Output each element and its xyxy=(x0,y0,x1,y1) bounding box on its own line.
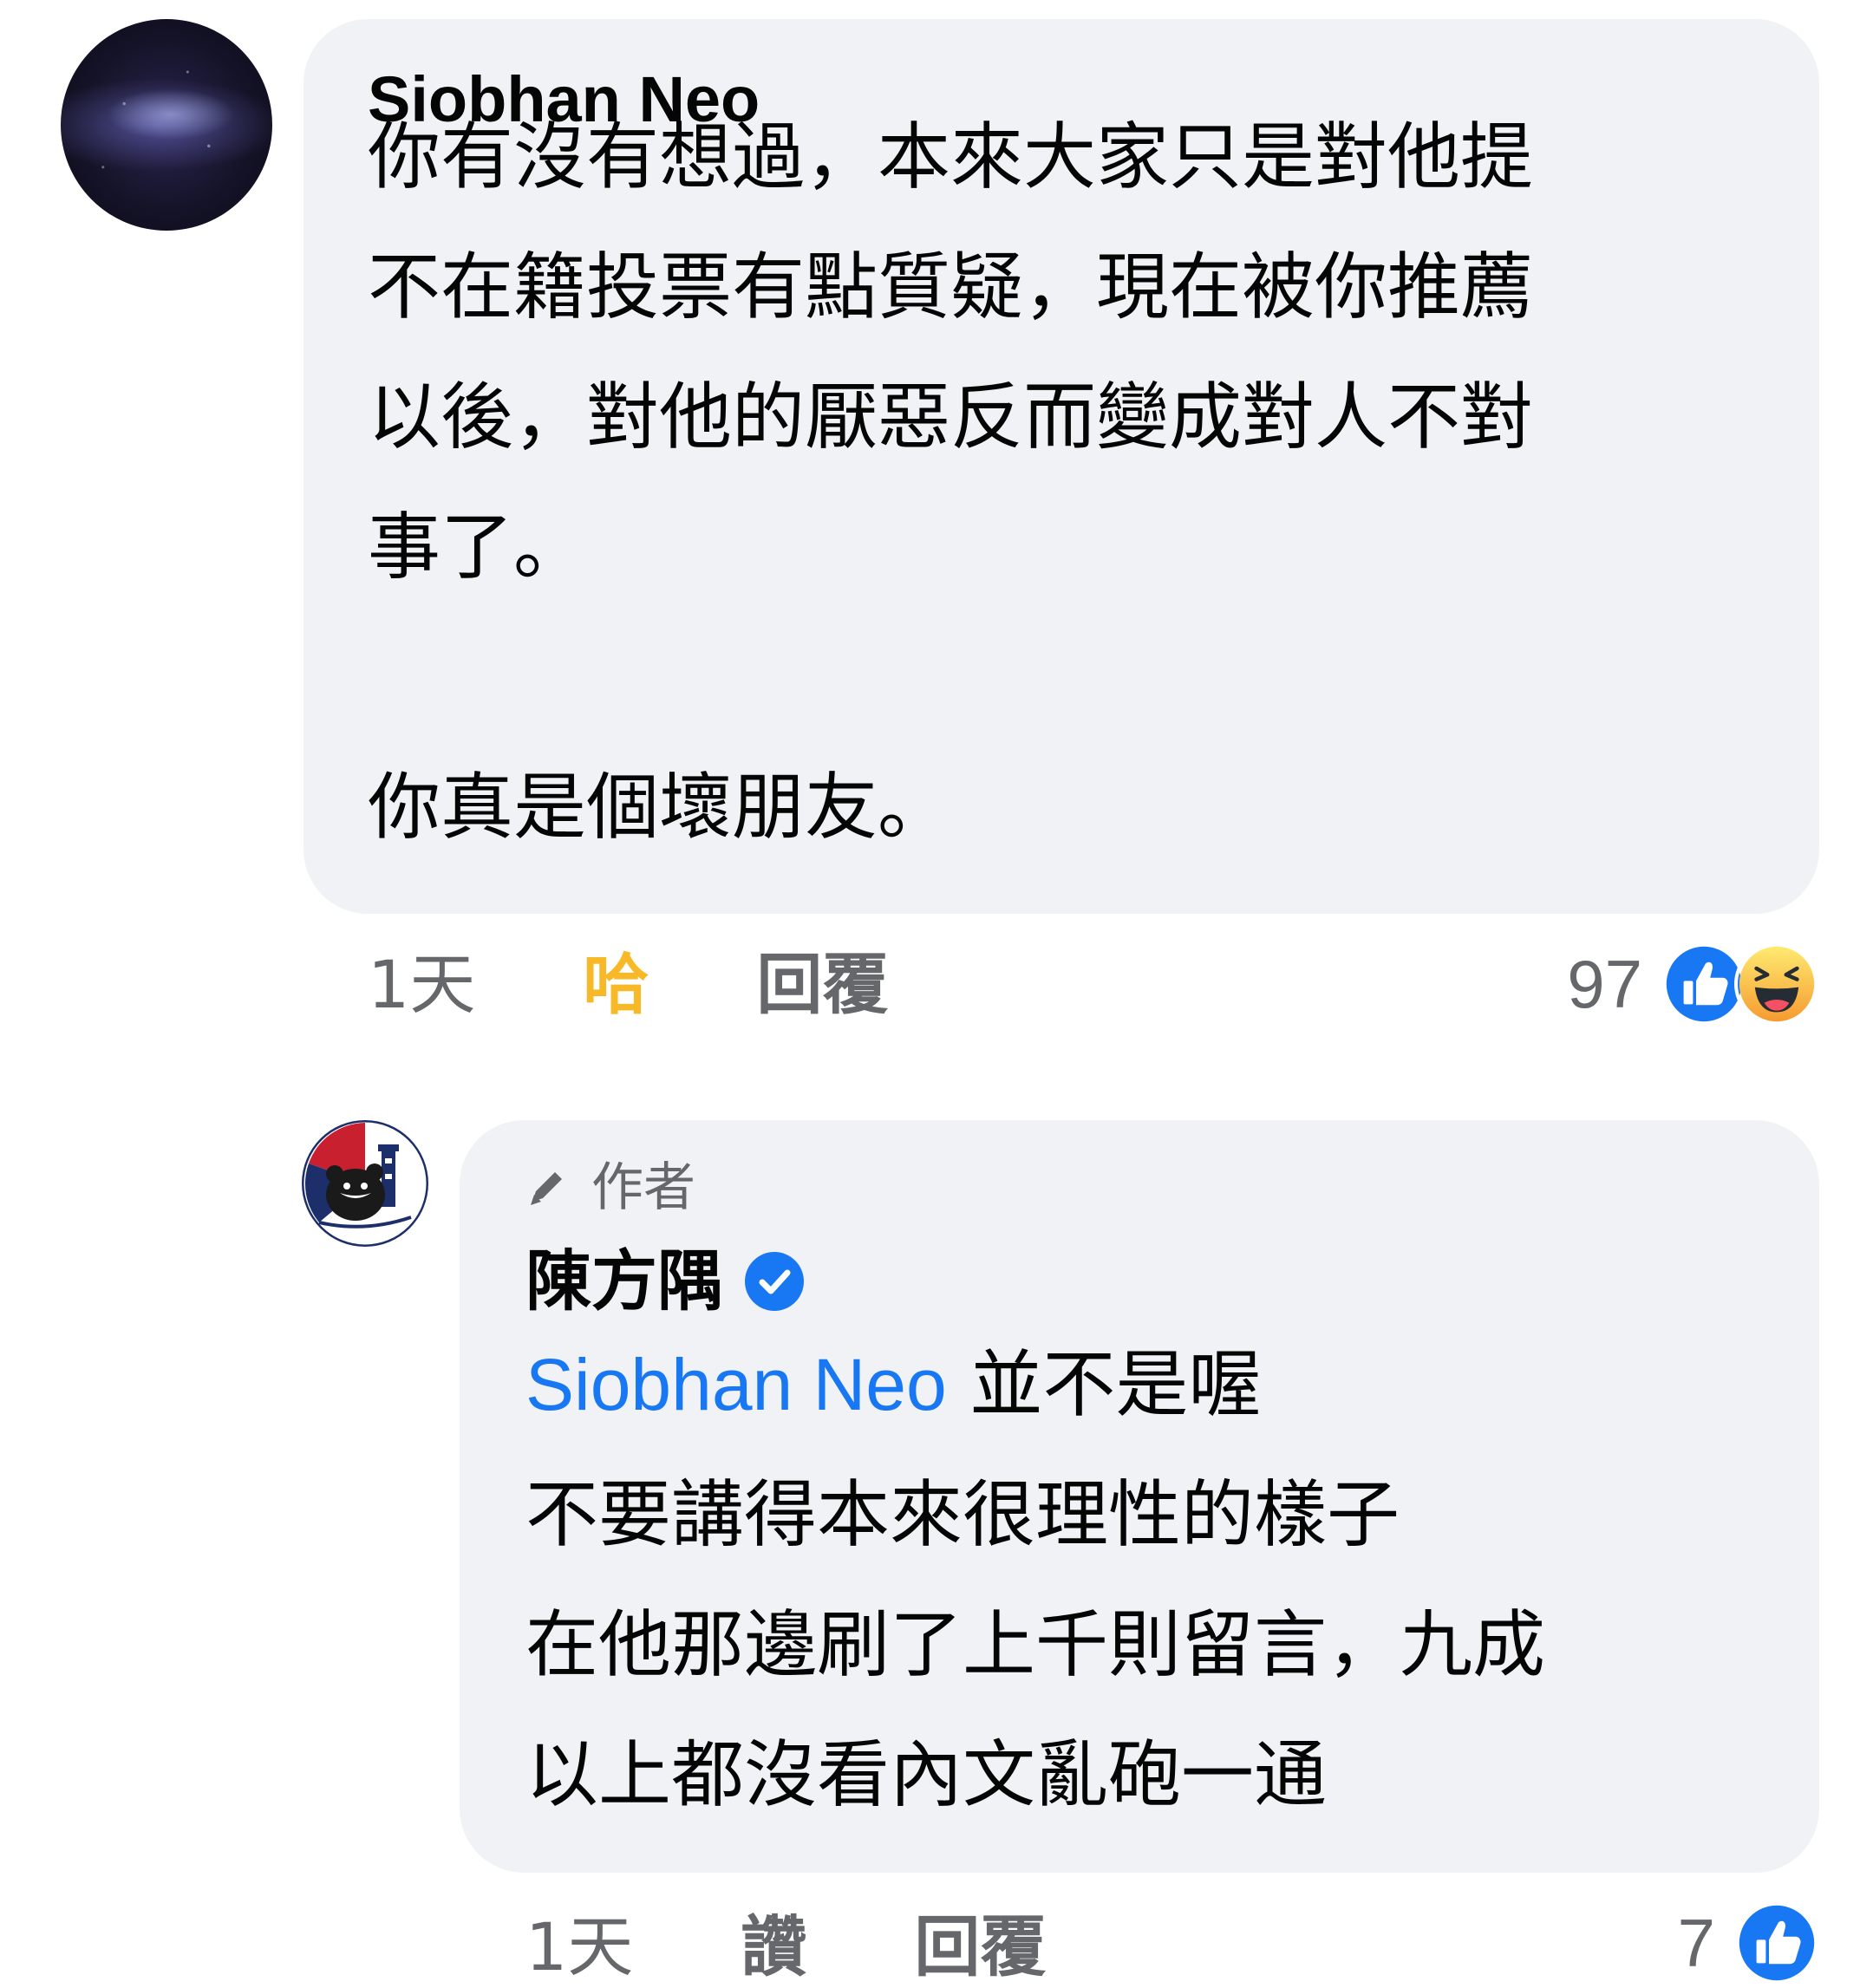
comment-timestamp[interactable]: 1天 xyxy=(368,952,475,1018)
author-badge-label: 作者 xyxy=(591,1157,695,1218)
reply-timestamp[interactable]: 1天 xyxy=(525,1914,633,1980)
reply-line: Siobhan Neo 並不是喔 xyxy=(525,1320,1545,1450)
reply-author-name[interactable]: 陳方隅 xyxy=(525,1248,723,1314)
like-icon xyxy=(1734,1900,1819,1985)
haha-reaction-button[interactable]: 哈 xyxy=(583,952,649,1018)
pen-icon xyxy=(520,1162,572,1214)
haha-icon xyxy=(1734,942,1819,1027)
verified-badge-icon xyxy=(742,1249,806,1313)
reply-button[interactable]: 回覆 xyxy=(914,1914,1046,1980)
comment-bubble: Siobhan Neo 你有沒有想過，本來大家只是對他提 不在籍投票有點質疑，現… xyxy=(303,19,1819,914)
reply-bubble: 作者 陳方隅 Siobhan Neo 並不是喔 不要講得本來很理性的樣子 在他那… xyxy=(460,1120,1819,1873)
reaction-count: 7 xyxy=(1677,1905,1715,1981)
reply-actions: 1天 讚 回覆 xyxy=(525,1914,1046,1980)
author-badge: 作者 xyxy=(520,1162,695,1214)
comment-line: 你真是個壞朋友。 xyxy=(368,765,951,850)
like-button[interactable]: 讚 xyxy=(741,1914,806,1980)
reply-author-row: 陳方隅 xyxy=(525,1248,806,1314)
comment-line: 事了。 xyxy=(368,505,587,590)
reply-reaction-summary[interactable]: 7 xyxy=(1678,1900,1819,1985)
reply-line: 在他那邊刷了上千則留言，九成 xyxy=(525,1602,1546,1687)
commenter-avatar[interactable] xyxy=(61,19,272,231)
comment-line xyxy=(368,612,1533,742)
comment-line: 以後，對他的厭惡反而變成對人不對 xyxy=(368,375,1534,460)
mention-link[interactable]: Siobhan Neo xyxy=(525,1344,947,1425)
reply-line: 以上都沒看內文亂砲一通 xyxy=(525,1732,1328,1817)
comment-line: 你有沒有想過，本來大家只是對他提 xyxy=(368,114,1534,199)
reply-button[interactable]: 回覆 xyxy=(756,952,888,1018)
reply-line: 不要講得本來很理性的樣子 xyxy=(525,1472,1400,1557)
comment-actions: 1天 哈 回覆 xyxy=(368,952,888,1018)
author-avatar[interactable] xyxy=(302,1120,428,1247)
reply-body: Siobhan Neo 並不是喔 不要講得本來很理性的樣子 在他那邊刷了上千則留… xyxy=(525,1320,1545,1840)
comment-reaction-summary[interactable]: 97 xyxy=(1567,942,1819,1027)
comment-line: 不在籍投票有點質疑，現在被你推薦 xyxy=(368,244,1534,329)
reaction-count: 97 xyxy=(1567,946,1642,1022)
comment-body: 你有沒有想過，本來大家只是對他提 不在籍投票有點質疑，現在被你推薦 以後，對他的… xyxy=(368,92,1533,872)
reply-first-line-text: 並不是喔 xyxy=(946,1342,1262,1427)
